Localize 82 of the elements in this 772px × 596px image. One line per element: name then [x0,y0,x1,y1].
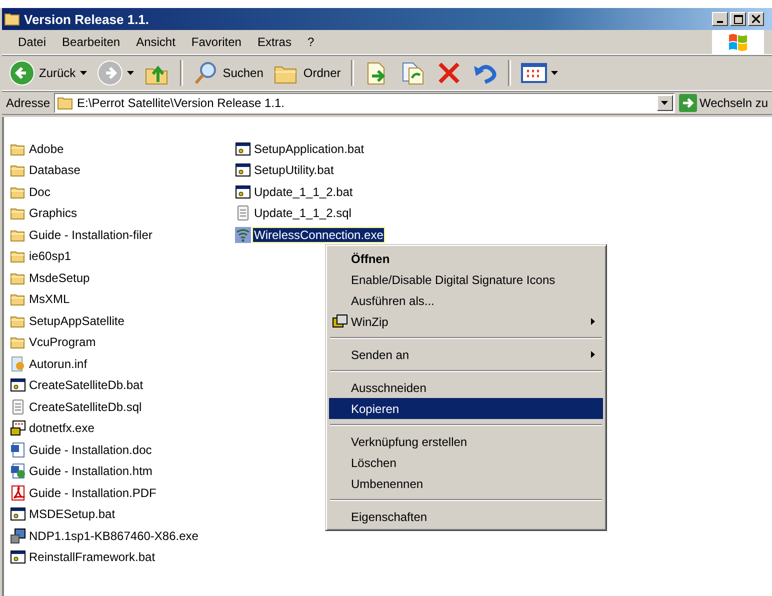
file-name[interactable]: MsdeSetup [28,270,91,285]
delete-icon [436,60,462,86]
file-name[interactable]: Autorun.inf [28,356,88,371]
file-name[interactable]: SetupUtility.bat [253,163,335,178]
context-menu-item[interactable]: Umbenennen [329,473,603,494]
context-menu-item[interactable]: Enable/Disable Digital Signature Icons [329,269,603,290]
views-icon [520,60,547,86]
batch-file-icon [235,184,251,200]
file-name[interactable]: CreateSatelliteDb.sql [28,400,143,414]
folders-button[interactable]: Ordner [270,58,344,88]
file-name[interactable]: ReinstallFramework.bat [28,550,156,564]
caret-icon [80,71,87,75]
archive-icon [332,314,348,329]
settings-file-icon [10,356,26,372]
file-name[interactable]: Update_1_1_2.bat [253,184,354,199]
close-icon [752,15,760,23]
context-menu-item[interactable]: Ausschneiden [329,377,603,398]
menu-item[interactable]: Extras [249,35,300,49]
menu-item[interactable]: Bearbeiten [54,35,128,49]
maximize-button[interactable] [730,12,746,26]
file-name[interactable]: CreateSatelliteDb.bat [28,378,144,392]
pdf-icon [10,484,26,501]
window-title: Version Release 1.1. [24,12,150,26]
caret-icon [126,71,134,75]
file-name[interactable]: Database [28,163,82,178]
context-menu-item[interactable]: Verknüpfung erstellen [329,431,603,452]
context-menu-item[interactable]: Öffnen [329,248,603,269]
context-menu-item[interactable]: Ausführen als... [329,290,603,311]
file-name[interactable]: Doc [28,184,52,199]
file-name[interactable]: MSDESetup.bat [28,507,116,522]
search-icon [192,60,219,86]
wireless-icon [235,226,251,243]
file-name[interactable]: VcuProgram [28,335,97,350]
maximize-icon [734,14,742,24]
file-name[interactable]: Update_1_1_2.sql [253,206,352,220]
minimize-button[interactable] [712,12,728,26]
folder-icon [57,96,74,110]
menu-item[interactable]: Favoriten [183,35,250,49]
file-name[interactable]: Guide - Installation.PDF [28,486,158,500]
file-name[interactable]: SetupAppSatellite [28,314,126,328]
context-menu-item[interactable]: Kopieren [329,398,603,419]
batch-file-icon [10,506,26,522]
batch-file-icon [235,162,251,178]
text-file-icon [235,205,251,222]
file-name[interactable]: dotnetfx.exe [28,421,96,436]
context-menu-item[interactable]: Senden an [329,344,603,365]
setup-program-icon [10,528,26,544]
file-name[interactable]: Graphics [28,206,78,220]
web-document-icon [10,463,26,480]
dropdown-button[interactable] [656,95,673,111]
address-label: Adresse [6,96,50,110]
file-name[interactable]: Guide - Installation.doc [28,442,153,457]
go-button[interactable]: Wechseln zu [678,94,768,112]
file-name[interactable]: Guide - Installation-filer [28,228,154,242]
file-name[interactable]: NDP1.1sp1-KB867460-X86.exe [28,528,200,543]
file-name[interactable]: ie60sp1 [28,249,72,264]
file-name[interactable]: WirelessConnection.exe [253,228,384,242]
word-document-icon [10,442,26,458]
text-file-icon [10,398,26,415]
address-field[interactable]: E:\Perrot Satellite\Version Release 1.1. [54,93,675,113]
caret-icon [661,101,668,105]
batch-file-icon [235,140,251,157]
file-name[interactable]: SetupApplication.bat [253,142,366,156]
menu-item[interactable]: ? [299,35,322,49]
context-menu-item[interactable]: Eigenschaften [329,506,603,527]
file-name[interactable]: MsXML [28,292,71,306]
batch-file-icon [10,377,26,394]
file-name[interactable]: Guide - Installation.htm [28,464,154,478]
close-button[interactable] [748,12,764,26]
batch-file-icon [10,549,26,566]
context-menu-item[interactable]: Löschen [329,452,603,473]
installer-icon [10,420,26,436]
windows-logo-icon [727,32,749,52]
menu-item[interactable]: Ansicht [128,35,184,49]
folder-icon [4,12,20,26]
file-name[interactable]: Adobe [28,142,65,156]
copy-to-icon [400,60,426,86]
caret-icon [550,71,558,75]
search-button[interactable]: Suchen [190,58,266,88]
context-menu-item[interactable]: WinZip [329,311,603,332]
back-button[interactable]: Zurück [6,58,90,88]
menu-item[interactable]: Datei [10,35,54,49]
